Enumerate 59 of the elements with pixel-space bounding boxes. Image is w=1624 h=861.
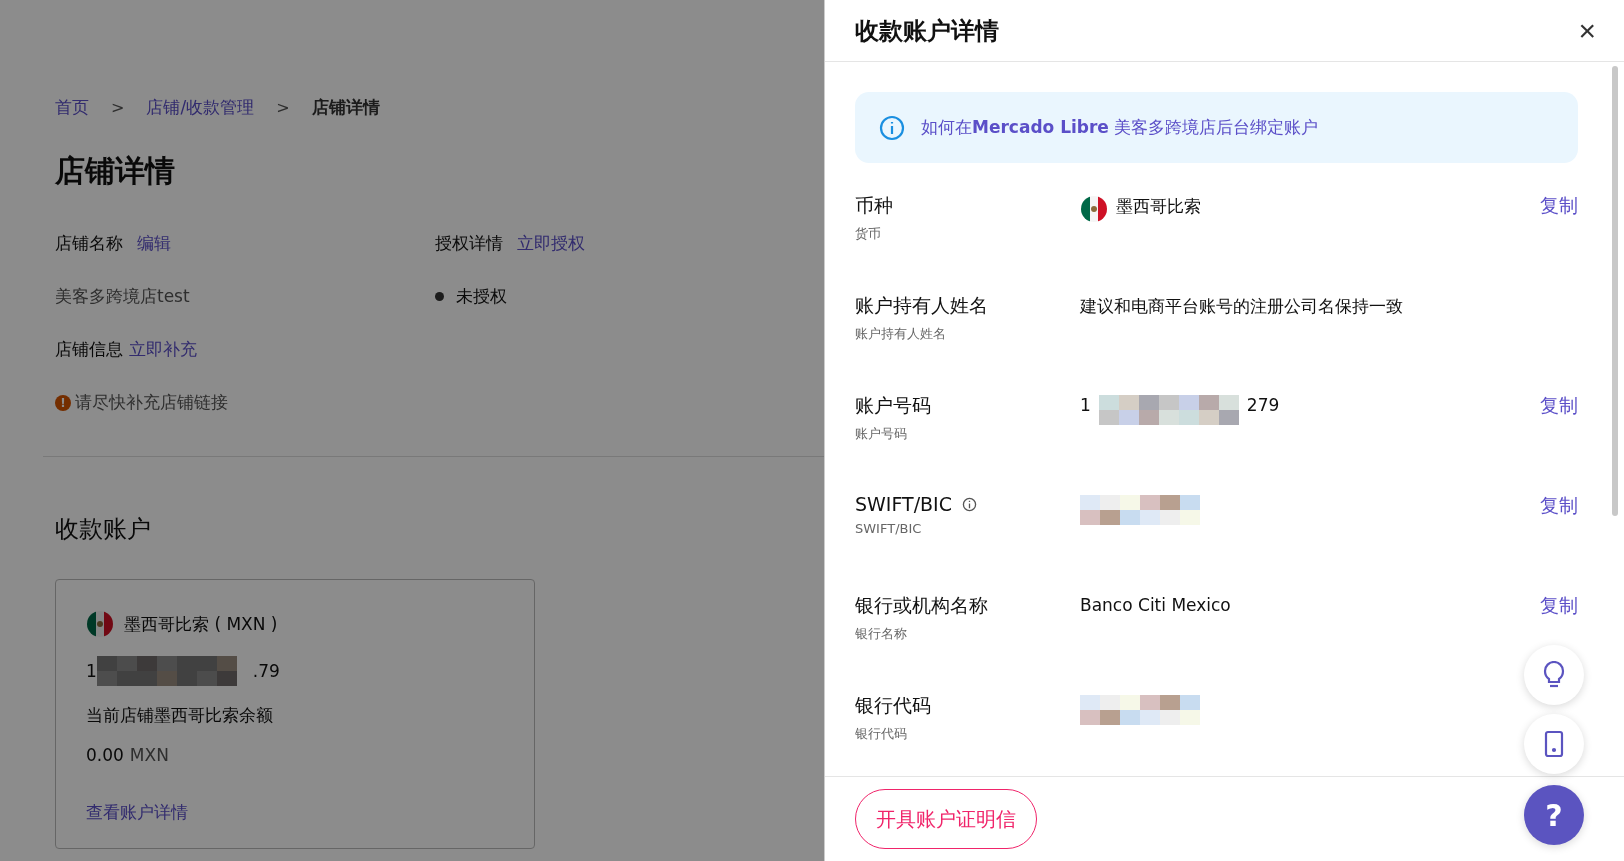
row-sublabel: 账户持有人姓名: [855, 325, 947, 343]
row-value: 墨西哥比索: [1116, 195, 1201, 218]
field-label: 店铺名称: [55, 232, 123, 255]
row-sublabel: 银行代码: [855, 725, 908, 743]
row-sublabel: 银行名称: [855, 625, 908, 643]
field-action-link[interactable]: 立即补充: [129, 338, 197, 361]
warning-text: 请尽快补充店铺链接: [75, 391, 228, 414]
breadcrumb-link[interactable]: 首页: [55, 96, 89, 119]
row-sublabel: 货币: [855, 225, 882, 243]
row-label: 账户号码: [855, 393, 931, 418]
field-value: 美客多跨境店test: [55, 285, 190, 308]
certificate-button[interactable]: 开具账户证明信: [855, 789, 1037, 849]
currency-name: 墨西哥比索 ( MXN ): [124, 612, 278, 636]
breadcrumb-separator: >: [276, 98, 290, 117]
copy-link[interactable]: 复制: [1540, 494, 1578, 516]
field-label: 授权详情: [435, 232, 503, 255]
flag-icon: [1080, 195, 1108, 223]
warning-icon: !: [55, 394, 71, 411]
section-title: 收款账户: [55, 514, 152, 545]
help-button[interactable]: ?: [1524, 785, 1584, 845]
field-label: 店铺信息: [55, 338, 123, 361]
row-label: SWIFT/BIC: [855, 493, 952, 515]
breadcrumb-link[interactable]: 店铺详情: [311, 96, 380, 119]
row-label: 币种: [855, 193, 893, 218]
row-label: 账户持有人姓名: [855, 293, 988, 318]
row-value: Banco Citi Mexico: [1080, 595, 1231, 615]
copy-link[interactable]: 复制: [1540, 394, 1578, 416]
row-sublabel: 账户号码: [855, 425, 908, 443]
notice-banner[interactable]: 如何在Mercado Libre 美客多跨境店后台绑定账户: [855, 92, 1578, 163]
balance-amount: 0.00: [86, 745, 124, 765]
info-icon: [879, 114, 905, 141]
account-number: 1: [86, 661, 97, 681]
account-number: .79: [252, 661, 280, 681]
close-button[interactable]: ×: [1578, 15, 1596, 46]
scrollbar[interactable]: [1612, 66, 1618, 516]
field-value: 未授权: [456, 285, 507, 308]
copy-link[interactable]: 复制: [1540, 194, 1578, 216]
mobile-button[interactable]: [1524, 714, 1584, 774]
balance-unit: MXN: [129, 745, 169, 765]
field-action-link[interactable]: 立即授权: [517, 232, 585, 255]
copy-link[interactable]: 复制: [1540, 594, 1578, 616]
flag-icon: [86, 610, 114, 638]
drawer-title: 收款账户详情: [855, 15, 999, 47]
phone-icon: [1544, 730, 1564, 758]
balance-label: 当前店铺墨西哥比索余额: [86, 704, 274, 727]
row-value: 1: [1080, 395, 1091, 415]
lightbulb-icon: [1543, 661, 1565, 689]
account-details-link[interactable]: 查看账户详情: [86, 801, 504, 824]
row-label: 银行代码: [855, 693, 931, 718]
tips-button[interactable]: [1524, 645, 1584, 705]
breadcrumb-link[interactable]: 店铺/收款管理: [146, 96, 255, 119]
breadcrumb-separator: >: [111, 98, 125, 117]
row-value: 建议和电商平台账号的注册公司名保持一致: [1080, 295, 1403, 318]
page-title: 店铺详情: [55, 152, 176, 190]
row-label: 银行或机构名称: [855, 593, 988, 618]
field-action-link[interactable]: 编辑: [137, 232, 171, 255]
row-sublabel: SWIFT/BIC: [855, 521, 923, 536]
notice-link[interactable]: 如何在Mercado Libre 美客多跨境店后台绑定账户: [921, 116, 1319, 139]
row-value: 279: [1246, 395, 1280, 415]
